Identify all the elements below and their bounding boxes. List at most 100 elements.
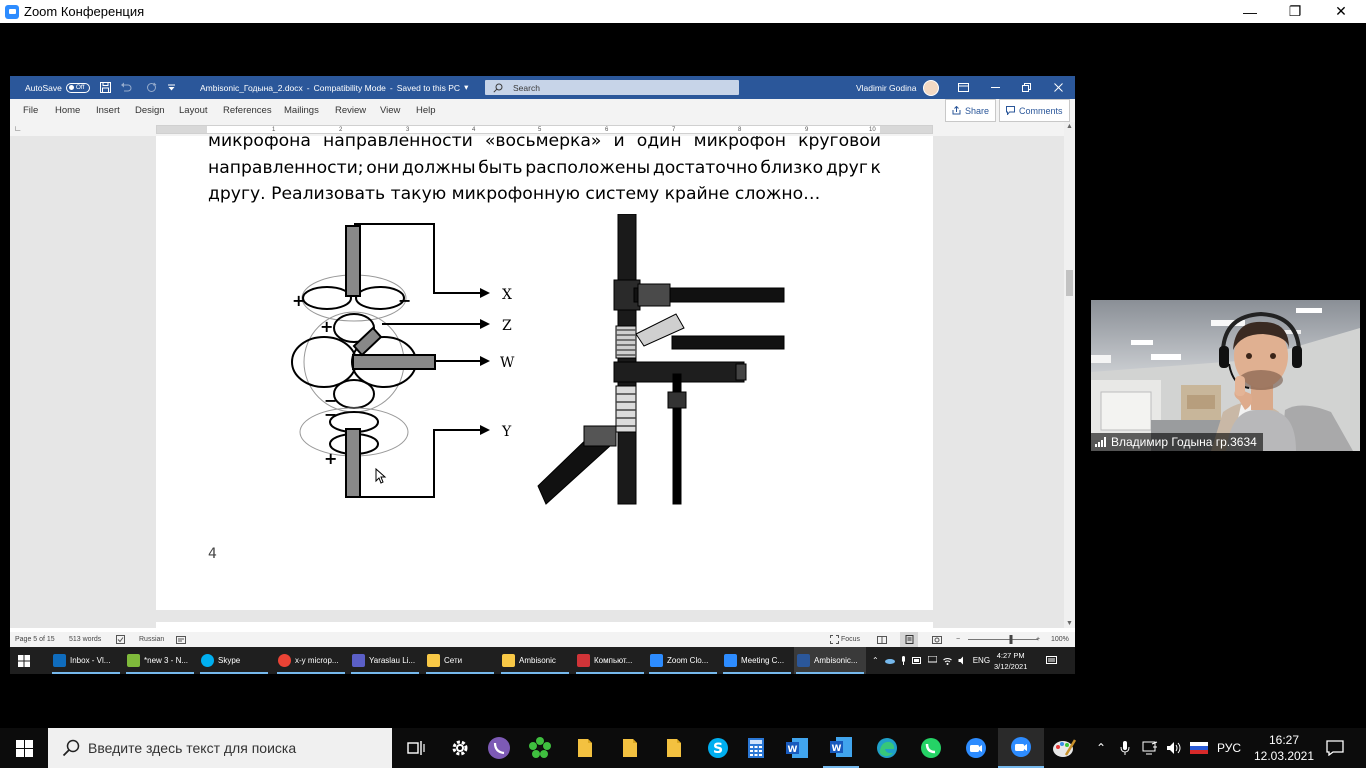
close-button[interactable]: ✕: [1318, 0, 1364, 23]
web-layout-icon[interactable]: [932, 632, 942, 647]
menu-home[interactable]: Home: [55, 99, 80, 122]
skype-icon[interactable]: S: [700, 728, 736, 768]
tray-chevron-up-icon[interactable]: ⌃: [1096, 741, 1106, 755]
zoom-slider[interactable]: [968, 632, 1038, 647]
participant-video-tile[interactable]: Владимир Годына гр.3634: [1091, 300, 1360, 451]
document-paragraph[interactable]: микрофона направленности «восьмерка» и один м…: [208, 136, 881, 208]
taskbar-clock[interactable]: 16:27 12.03.2021: [1252, 728, 1316, 768]
autosave-toggle[interactable]: Off: [65, 82, 90, 93]
remote-task-skype[interactable]: Skype: [198, 647, 270, 674]
remote-task-outlook[interactable]: Inbox - Vl...: [50, 647, 122, 674]
scroll-down-icon[interactable]: ▼: [1066, 620, 1073, 627]
macro-icon[interactable]: [176, 632, 186, 647]
share-button[interactable]: Share: [945, 99, 997, 122]
edge-icon[interactable]: [869, 728, 905, 768]
input-language[interactable]: РУС: [1212, 728, 1246, 768]
word-search-box[interactable]: Search: [485, 80, 739, 95]
word-restore-button[interactable]: [1022, 76, 1031, 99]
menu-design[interactable]: Design: [135, 99, 165, 122]
zoom-level[interactable]: 100%: [1051, 632, 1069, 647]
scroll-up-icon[interactable]: ▲: [1066, 123, 1073, 130]
viber-icon[interactable]: [481, 728, 517, 768]
proofing-icon[interactable]: [116, 632, 125, 647]
word-close-button[interactable]: [1054, 76, 1063, 99]
remote-task-chrome[interactable]: x-y microp...: [275, 647, 347, 674]
remote-task-pdf[interactable]: Компьют...: [574, 647, 646, 674]
remote-task-teams[interactable]: Yaraslau Li...: [349, 647, 421, 674]
ruler-right-margin: [880, 126, 932, 133]
horizontal-ruler[interactable]: 1 2 3 4 5 6 7 8 9 10: [156, 125, 933, 134]
menu-review[interactable]: Review: [335, 99, 366, 122]
save-icon[interactable]: [100, 76, 111, 99]
menu-references[interactable]: References: [223, 99, 272, 122]
remote-task-meeting[interactable]: Meeting C...: [721, 647, 793, 674]
comments-button[interactable]: Comments: [999, 99, 1070, 122]
document-page[interactable]: микрофона направленности «восьмерка» и один м…: [156, 136, 933, 610]
remote-start-icon[interactable]: [18, 647, 38, 674]
start-button[interactable]: [0, 728, 48, 768]
status-words[interactable]: 513 words: [69, 632, 101, 647]
file-explorer-icon-3[interactable]: [656, 728, 692, 768]
menu-file[interactable]: File: [23, 99, 38, 122]
remote-task-zoom-cloud[interactable]: Zoom Clo...: [647, 647, 719, 674]
word-icon[interactable]: W: [779, 728, 815, 768]
zoom-out-button[interactable]: −: [956, 632, 960, 647]
focus-button[interactable]: Focus: [830, 632, 860, 647]
tab-stop-icon[interactable]: ∟: [14, 124, 22, 133]
remote-clock[interactable]: 4:27 PM 3/12/2021: [994, 647, 1027, 674]
remote-tray-icons[interactable]: ⌃ ENG: [872, 647, 990, 674]
calculator-icon[interactable]: [738, 728, 774, 768]
speaker-icon[interactable]: [1166, 741, 1182, 755]
status-page[interactable]: Page 5 of 15: [15, 632, 55, 647]
focus-icon: [830, 635, 839, 644]
ruler-number: 1: [272, 127, 276, 133]
redo-icon[interactable]: [146, 76, 157, 99]
remote-task-word[interactable]: Ambisonic...: [794, 647, 866, 674]
notifications-icon[interactable]: [1318, 728, 1352, 768]
remote-notifications-icon[interactable]: [1046, 647, 1057, 674]
zoom-icon-active[interactable]: [998, 728, 1044, 768]
remote-task-folder-seti[interactable]: Сети: [424, 647, 496, 674]
share-icon: [952, 106, 961, 115]
paint-icon[interactable]: [1046, 728, 1082, 768]
russian-flag-icon[interactable]: [1190, 741, 1208, 755]
remote-task-notepad[interactable]: *new 3 - N...: [124, 647, 196, 674]
file-explorer-icon-2[interactable]: [612, 728, 648, 768]
microphone-capsules: [345, 225, 436, 498]
autosave[interactable]: AutoSave Off: [25, 76, 90, 99]
settings-gear-icon[interactable]: [442, 728, 478, 768]
word-minimize-button[interactable]: [991, 76, 1000, 99]
customize-qat-icon[interactable]: [168, 76, 175, 99]
word-icon-active[interactable]: W: [823, 728, 859, 768]
document-canvas[interactable]: микрофона направленности «восьмерка» и один м…: [10, 136, 1064, 628]
menu-mailings[interactable]: Mailings: [284, 99, 319, 122]
menu-insert[interactable]: Insert: [96, 99, 120, 122]
menu-layout[interactable]: Layout: [179, 99, 208, 122]
menu-help[interactable]: Help: [416, 99, 436, 122]
chevron-down-icon[interactable]: ▾: [464, 82, 468, 93]
ambisonic-microphone-figure: X Z W Y + − + − − +: [291, 214, 785, 505]
scrollbar-thumb[interactable]: [1066, 270, 1073, 296]
restore-button[interactable]: ❐: [1272, 0, 1318, 23]
zoom-icon[interactable]: [958, 728, 994, 768]
ribbon-display-icon[interactable]: [958, 76, 969, 99]
user-avatar[interactable]: [923, 76, 939, 99]
microphone-icon[interactable]: [1120, 741, 1130, 755]
read-mode-icon[interactable]: [877, 632, 887, 647]
title-separator-2: -: [389, 82, 393, 93]
remote-task-folder-ambisonic[interactable]: Ambisonic: [499, 647, 571, 674]
shared-word-window: AutoSave Off Ambisonic_Годына_2.docx - C…: [10, 76, 1075, 674]
icq-flower-icon[interactable]: [522, 728, 558, 768]
whatsapp-icon[interactable]: [913, 728, 949, 768]
print-layout-icon[interactable]: [900, 632, 918, 647]
menu-view[interactable]: View: [380, 99, 400, 122]
undo-icon[interactable]: [120, 76, 132, 99]
minimize-button[interactable]: —: [1227, 0, 1273, 23]
status-language[interactable]: Russian: [139, 632, 164, 647]
file-explorer-icon[interactable]: [567, 728, 603, 768]
network-icon[interactable]: [1142, 741, 1158, 755]
vertical-scrollbar[interactable]: ▲ ▼: [1064, 122, 1075, 628]
taskbar-search-input[interactable]: Введите здесь текст для поиска: [48, 728, 392, 768]
zoom-in-button[interactable]: +: [1036, 632, 1040, 647]
task-view-icon[interactable]: [398, 728, 434, 768]
